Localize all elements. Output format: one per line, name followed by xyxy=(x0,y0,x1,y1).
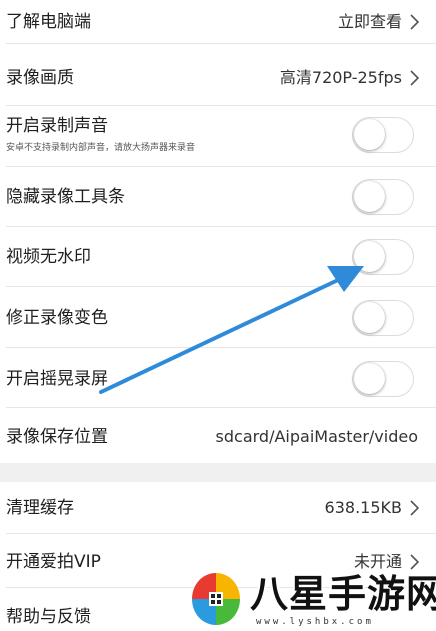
settings-row-video-quality[interactable]: 录像画质 高清720P-25fps xyxy=(0,44,436,106)
row-title: 录像保存位置 xyxy=(6,427,108,447)
settings-row-learn-pc[interactable]: 了解电脑端 立即查看 xyxy=(0,0,436,44)
row-title: 录像画质 xyxy=(6,68,74,88)
shake-record-toggle[interactable] xyxy=(352,361,414,397)
section-separator xyxy=(0,463,436,482)
row-title: 帮助与反馈 xyxy=(6,607,91,627)
row-value: 高清720P-25fps xyxy=(279,68,402,87)
row-title: 开通爱拍VIP xyxy=(6,552,101,572)
row-value: 立即查看 xyxy=(337,12,402,31)
fix-color-toggle[interactable] xyxy=(352,300,414,336)
row-title: 清理缓存 xyxy=(6,498,74,518)
vip-status: 未开通 xyxy=(353,552,402,571)
hide-toolbar-toggle[interactable] xyxy=(352,179,414,215)
chevron-right-icon xyxy=(410,14,420,30)
no-watermark-toggle[interactable] xyxy=(352,239,414,275)
settings-row-fix-color: 修正录像变色 xyxy=(0,287,436,348)
toggle-knob xyxy=(354,119,385,150)
settings-row-record-audio: 开启录制声音 安卓不支持录制内部声音，请放大扬声器来录音 xyxy=(0,106,436,167)
row-title: 了解电脑端 xyxy=(6,12,91,32)
toggle-knob xyxy=(354,241,385,272)
watermark-url: www.lyshbx.com xyxy=(256,617,374,627)
toggle-knob xyxy=(354,181,385,212)
save-path: sdcard/AipaiMaster/video xyxy=(215,427,418,446)
toggle-knob xyxy=(354,302,385,333)
settings-row-no-watermark: 视频无水印 xyxy=(0,227,436,287)
settings-row-save-location: 录像保存位置 sdcard/AipaiMaster/video xyxy=(0,408,436,463)
settings-row-shake-record: 开启摇晃录屏 xyxy=(0,348,436,408)
site-watermark: 八星手游网 www.lyshbx.com xyxy=(188,571,436,629)
row-title: 隐藏录像工具条 xyxy=(6,187,125,207)
settings-row-hide-toolbar: 隐藏录像工具条 xyxy=(0,167,436,227)
watermark-title: 八星手游网 xyxy=(250,572,436,616)
bxsyw-logo xyxy=(192,573,240,625)
row-title: 开启录制声音 xyxy=(6,116,108,136)
settings-row-clear-cache[interactable]: 清理缓存 638.15KB xyxy=(0,482,436,534)
row-title: 修正录像变色 xyxy=(6,308,108,328)
cache-size: 638.15KB xyxy=(324,498,402,517)
row-title: 视频无水印 xyxy=(6,247,91,267)
chevron-right-icon xyxy=(410,554,420,570)
chevron-right-icon xyxy=(410,500,420,516)
record-audio-toggle[interactable] xyxy=(352,117,414,153)
row-title: 开启摇晃录屏 xyxy=(6,369,108,389)
chevron-right-icon xyxy=(410,70,420,86)
toggle-knob xyxy=(354,363,385,394)
row-subtitle: 安卓不支持录制内部声音，请放大扬声器来录音 xyxy=(6,143,196,153)
